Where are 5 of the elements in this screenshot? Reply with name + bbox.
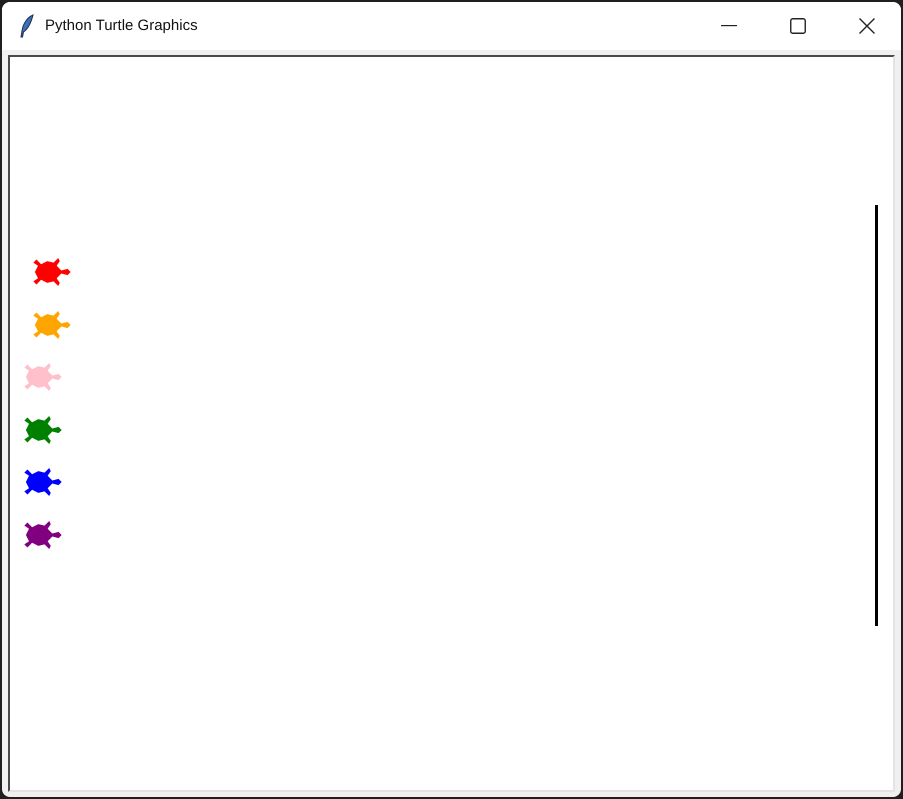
minimize-icon: [720, 25, 736, 27]
close-icon: [858, 18, 874, 34]
maximize-icon: [790, 18, 806, 34]
feather-icon: [19, 14, 35, 38]
window-title: Python Turtle Graphics: [45, 16, 198, 36]
